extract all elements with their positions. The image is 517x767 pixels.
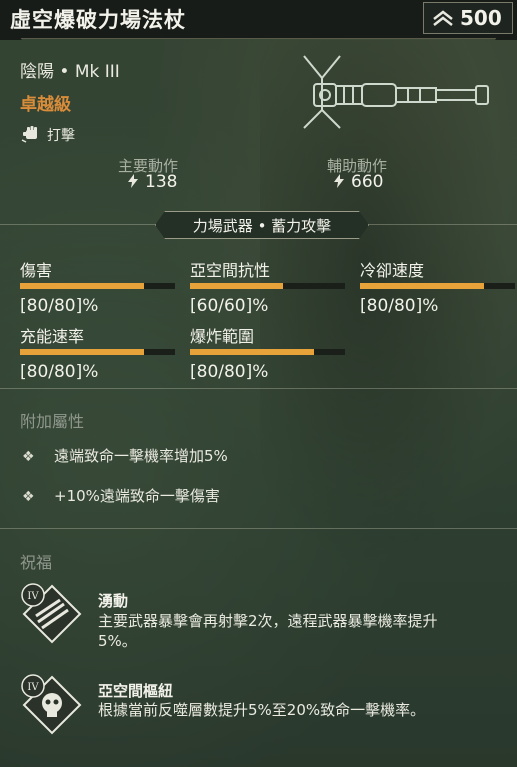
attack-type: 打擊 <box>47 128 75 144</box>
perk-text: 遠端致命一擊機率增加5% <box>54 447 228 465</box>
diamond-icon: ❖ <box>22 489 35 505</box>
primary-action-number: 138 <box>145 172 178 192</box>
blessing-description: 主要武器暴擊會再射擊2次，遠程武器暴擊機率提升5%。 <box>98 612 438 650</box>
primary-action-value: 138 <box>127 172 177 192</box>
stat-bar-fill <box>360 283 484 289</box>
blessing-name: 湧動 <box>98 592 129 610</box>
stat-value: [80/80]% <box>360 296 439 316</box>
warp-nexus-blessing-icon: IV <box>20 673 84 737</box>
blessing-tier: IV <box>27 591 39 602</box>
item-rarity: 卓越級 <box>20 95 71 115</box>
stat-bar <box>20 283 175 289</box>
perk-text: +10%遠端致命一擊傷害 <box>54 487 220 505</box>
lightning-icon <box>128 174 138 188</box>
force-staff-image <box>292 48 492 138</box>
stat-value: [80/80]% <box>20 362 99 382</box>
weapon-class-text: 力場武器 • 蓄力攻擊 <box>192 217 332 235</box>
stat-warp-resistance: 亞空間抗性 [60/60]% <box>190 257 345 316</box>
stat-value: [80/80]% <box>20 296 99 316</box>
stat-label: 充能速率 <box>20 327 85 346</box>
stat-bar <box>20 349 175 355</box>
stat-explosion-radius: 爆炸範圍 [80/80]% <box>190 323 345 382</box>
weapon-class-badge: 力場武器 • 蓄力攻擊 <box>155 211 369 239</box>
surge-blessing-icon: IV <box>20 582 84 646</box>
stat-bar-fill <box>190 283 283 289</box>
price-badge: 500 <box>423 2 513 34</box>
blessings-title: 祝福 <box>20 553 53 572</box>
blessing-name: 亞空間樞紐 <box>98 682 174 700</box>
stat-bar <box>360 283 515 289</box>
section-divider <box>0 388 517 389</box>
stat-bar-fill <box>20 349 144 355</box>
blessing-tier: IV <box>27 682 39 693</box>
stat-bar-fill <box>20 283 144 289</box>
diamond-icon: ❖ <box>22 449 35 465</box>
section-divider <box>0 528 517 529</box>
perk-item: ❖ 遠端致命一擊機率增加5% <box>22 445 228 466</box>
blessing-description: 根據當前反噬層數提升5%至20%致命一擊機率。 <box>98 701 426 719</box>
stat-bar <box>190 283 345 289</box>
stat-value: [80/80]% <box>190 362 269 382</box>
item-family: 陰陽 • Mk III <box>20 62 120 82</box>
secondary-action-value: 660 <box>333 172 383 192</box>
secondary-action-number: 660 <box>351 172 384 192</box>
stat-label: 傷害 <box>20 261 53 280</box>
stat-cooldown: 冷卻速度 [80/80]% <box>360 257 515 316</box>
stat-value: [60/60]% <box>190 296 269 316</box>
stat-bar-fill <box>190 349 314 355</box>
header-notch-decoration <box>0 34 517 40</box>
stat-bar <box>190 349 345 355</box>
stat-label: 亞空間抗性 <box>190 261 271 280</box>
fist-icon <box>21 124 41 148</box>
stat-damage: 傷害 [80/80]% <box>20 257 175 316</box>
item-title: 虛空爆破力場法杖 <box>10 8 186 32</box>
lightning-icon <box>334 174 344 188</box>
stat-label: 爆炸範圍 <box>190 327 255 346</box>
perk-item: ❖ +10%遠端致命一擊傷害 <box>22 485 220 506</box>
stat-label: 冷卻速度 <box>360 261 425 280</box>
perks-title: 附加屬性 <box>20 412 85 431</box>
price-value: 500 <box>460 6 502 30</box>
chevron-up-stack-icon <box>432 9 454 31</box>
stat-charge-rate: 充能速率 [80/80]% <box>20 323 175 382</box>
